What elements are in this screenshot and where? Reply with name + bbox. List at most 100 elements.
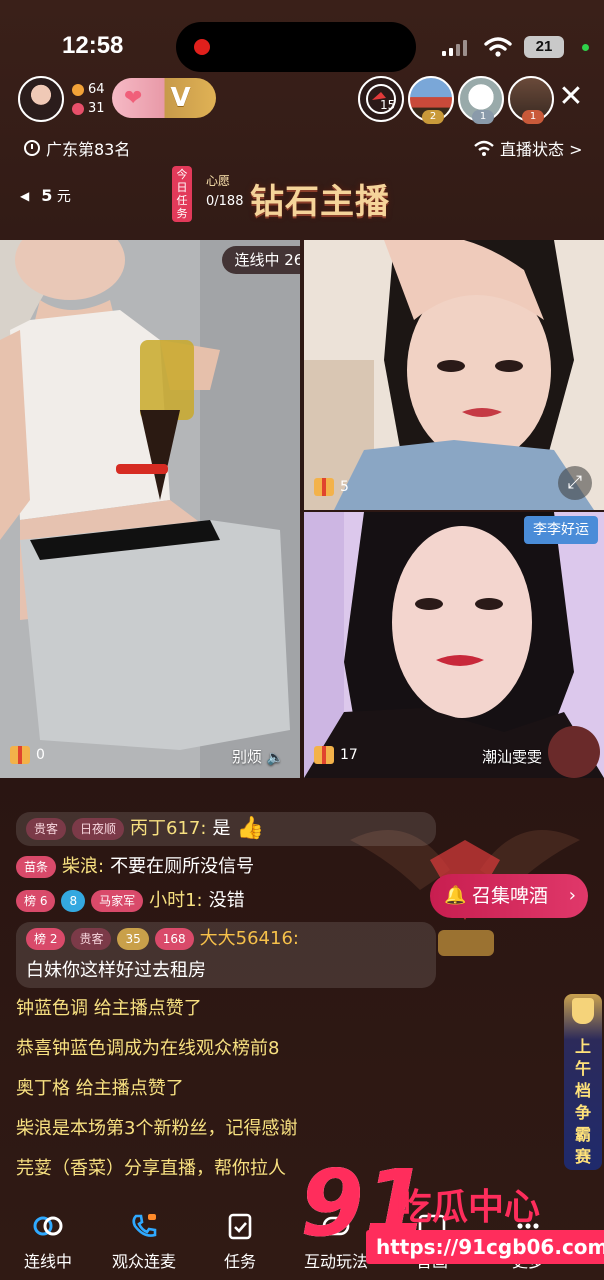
caret-left-icon: ◀ — [20, 189, 30, 203]
host-stat-followers: 64 — [88, 82, 105, 97]
daily-task-banner[interactable]: 心愿 0/188 钻石主播 — [196, 166, 408, 222]
chat-message[interactable]: 榜 2 贵客 35 168 大大56416: 白妹你这样好过去租房 — [16, 922, 436, 988]
chat-username[interactable]: 大大56416: — [200, 926, 299, 952]
task-progress: 0/188 — [206, 194, 244, 209]
chat-username[interactable]: 柴浪: — [62, 854, 104, 880]
summon-beer-label: 召集啤酒 — [472, 885, 549, 907]
video-right-top[interactable]: 5 — [304, 240, 604, 510]
contest-label: 上午档争霸赛 — [574, 1037, 591, 1166]
thumbs-up-icon: 👍 — [236, 816, 264, 841]
badge-fanclub: 苗条 — [16, 856, 57, 878]
system-message: 奥丁格 给主播点赞了 — [16, 1078, 184, 1099]
viewer-rank-count: 1 — [472, 110, 494, 124]
watermark-url: https://91cgb06.com — [366, 1230, 604, 1264]
viewer-rank-count: 15 — [380, 98, 396, 112]
host-info-bar: 64 31 ❤ V 15 2 1 1 ✕ — [0, 74, 604, 124]
chat-text: 没错 — [208, 890, 245, 911]
tool-linking[interactable]: 连线中 — [0, 1198, 96, 1280]
viewer-rank-count: 1 — [522, 110, 544, 124]
viewer-rank-4[interactable]: 1 — [508, 76, 554, 124]
person-icon — [72, 83, 84, 96]
live-status-label: 直播状态 > — [500, 140, 583, 159]
guest-video-image — [304, 240, 604, 510]
viewer-rank-count: 2 — [422, 110, 444, 124]
guest-video-image — [304, 512, 604, 778]
dynamic-island — [176, 22, 416, 72]
host-stat-likes: 31 — [88, 101, 105, 116]
viewer-rank-1[interactable]: 15 — [358, 76, 404, 122]
video-grid: 连线中 26:42结束 0 别烦 🔈 — [0, 240, 604, 778]
chat-message[interactable]: 榜 6 8 马家军 小时1: 没错 — [16, 888, 436, 914]
link-timer: 连线中 26:42结束 — [222, 246, 300, 274]
phone-icon — [132, 1214, 157, 1237]
left-gift-count: 0 — [10, 746, 45, 764]
tool-tasks-label: 任务 — [223, 1252, 256, 1271]
left-gift-value: 0 — [36, 747, 45, 763]
chat-username[interactable]: 丙丁617: — [130, 816, 206, 842]
clipboard-icon — [228, 1213, 252, 1240]
host-avatar[interactable] — [18, 76, 64, 122]
tool-linking-label: 连线中 — [23, 1252, 72, 1271]
close-icon[interactable]: ✕ — [556, 82, 586, 112]
rb-guest-name: 潮汕雯雯 — [482, 748, 543, 766]
badge-guest: 贵客 — [71, 928, 112, 950]
region-rank-label: 广东第83名 — [46, 140, 131, 159]
viewer-rank-2[interactable]: 2 — [408, 76, 454, 124]
fan-club-button[interactable]: ❤ V — [112, 78, 216, 118]
wish-label: 心愿 — [206, 174, 231, 188]
host-video-image — [0, 240, 300, 778]
rb-gift-value: 17 — [340, 747, 358, 763]
site-watermark: 91 吃瓜中心 https://91cgb06.com — [300, 1150, 604, 1278]
summon-beer-button[interactable]: 🔔 召集啤酒 › — [430, 874, 588, 918]
bell-icon: 🔔 — [444, 885, 467, 906]
badge-fanclub: 马家军 — [91, 890, 144, 912]
badge-guest: 贵客 — [26, 818, 67, 840]
chat-message[interactable]: 苗条 柴浪: 不要在厕所没信号 — [16, 854, 436, 880]
badge-rank: 榜 6 — [16, 890, 56, 912]
wifi-icon — [484, 37, 512, 57]
video-right-bottom[interactable]: 17 潮汕雯雯 — [304, 512, 604, 778]
system-message: 柴浪是本场第3个新粉丝，记得感谢 — [16, 1118, 298, 1139]
tool-tasks[interactable]: 任务 — [192, 1198, 288, 1280]
battery-icon: 21 — [524, 36, 564, 58]
rt-gift-count: 5 — [314, 478, 349, 496]
left-guest-name-text: 别烦 — [232, 748, 263, 766]
morning-contest-banner[interactable]: 上午档争霸赛 — [564, 994, 602, 1170]
signal-wifi-icon — [474, 140, 494, 156]
daily-task-tag: 今日任务 — [172, 166, 192, 222]
system-message: 恭喜钟蓝色调成为在线观众榜前8 — [16, 1038, 280, 1059]
live-stream-screen: 12:58 21 64 31 ❤ V 15 2 1 1 ✕ 广东第83名 直播状… — [0, 0, 604, 1280]
chat-text: 不要在厕所没信号 — [110, 856, 255, 877]
region-rank[interactable]: 广东第83名 — [24, 136, 130, 160]
host-stats: 64 31 — [72, 80, 105, 118]
system-message: 钟蓝色调 给主播点赞了 — [16, 998, 202, 1019]
recording-indicator-icon — [194, 39, 210, 55]
privacy-dot-icon — [582, 44, 589, 51]
chat-username[interactable]: 小时1: — [149, 888, 203, 914]
trophy-icon — [572, 998, 594, 1024]
viewer-rank-3[interactable]: 1 — [458, 76, 504, 124]
yuan-amount: 5 — [41, 186, 53, 205]
gift-icon — [314, 478, 334, 496]
chat-text: 白妹你这样好过去租房 — [26, 960, 206, 981]
expand-icon[interactable]: ⤢ — [558, 466, 592, 500]
heart-lips-icon: ❤ — [124, 85, 143, 111]
clock: 12:58 — [62, 32, 124, 59]
chat-text: 是 — [212, 818, 231, 839]
v-icon: V — [170, 83, 191, 113]
chat-list: 贵客 日夜顺 丙丁617: 是 👍 苗条 柴浪: 不要在厕所没信号 榜 6 8 … — [16, 812, 436, 1196]
clock-icon — [24, 140, 40, 156]
badge-level: 8 — [61, 890, 86, 912]
live-status-button[interactable]: 直播状态 > — [474, 136, 583, 160]
gift-icon — [10, 746, 30, 764]
badge-rank: 榜 2 — [26, 928, 66, 950]
rb-gift-count: 17 — [314, 746, 358, 764]
tool-audience-mic[interactable]: 观众连麦 — [96, 1198, 192, 1280]
video-left-host[interactable]: 连线中 26:42结束 0 别烦 🔈 — [0, 240, 300, 778]
badge-fanclub: 日夜顺 — [72, 818, 125, 840]
status-bar: 12:58 21 — [0, 18, 604, 74]
yuan-reward[interactable]: ◀ 5 元 — [20, 186, 71, 206]
left-guest-name: 别烦 🔈 — [232, 746, 284, 767]
speaker-icon[interactable]: 🔈 — [267, 750, 284, 766]
chat-message[interactable]: 贵客 日夜顺 丙丁617: 是 👍 — [16, 812, 436, 846]
